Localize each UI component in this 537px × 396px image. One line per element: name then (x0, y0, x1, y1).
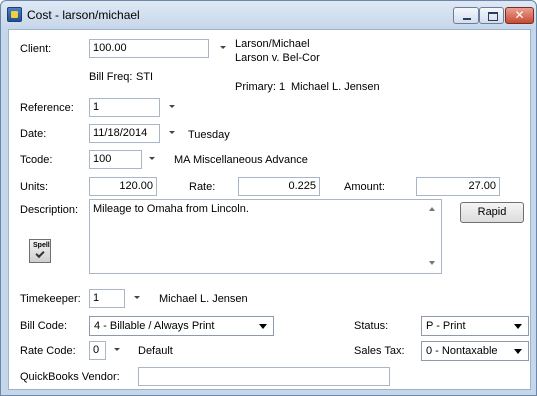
primary-name: Michael L. Jensen (291, 81, 380, 93)
units-label: Units: (20, 181, 49, 193)
tcode-label: Tcode: (20, 154, 53, 166)
quickbooks-vendor-label: QuickBooks Vendor: (20, 371, 120, 383)
chevron-down-icon (514, 349, 522, 354)
app-icon (7, 7, 22, 22)
units-input[interactable]: 120.00 (89, 177, 157, 196)
primary-label: Primary: (235, 81, 276, 93)
tcode-input[interactable]: 100 (89, 150, 142, 169)
rapid-button[interactable]: Rapid (460, 202, 524, 223)
spell-label: Spell (33, 242, 50, 249)
timekeeper-name: Michael L. Jensen (159, 293, 248, 305)
maximize-button[interactable] (479, 7, 504, 24)
date-input[interactable]: 11/18/2014 (89, 124, 160, 143)
description-label: Description: (20, 204, 79, 216)
cost-window: Cost - larson/michael ✕ Client: 100.00 L… (0, 0, 537, 396)
rate-code-dropdown-icon[interactable] (114, 348, 120, 351)
description-textarea[interactable]: Mileage to Omaha from Lincoln. (89, 199, 442, 274)
description-text: Mileage to Omaha from Lincoln. (93, 203, 249, 215)
timekeeper-dropdown-icon[interactable] (134, 296, 140, 299)
client-matter: Larson v. Bel-Cor (235, 52, 320, 64)
client-name: Larson/Michael (235, 38, 310, 50)
primary-number: 1 (279, 81, 286, 93)
rate-label: Rate: (189, 181, 216, 193)
bill-freq-label: Bill Freq: (89, 71, 133, 83)
reference-dropdown-icon[interactable] (169, 105, 175, 108)
tcode-description: MA Miscellaneous Advance (174, 154, 308, 166)
scroll-down-icon[interactable] (429, 261, 435, 265)
tcode-dropdown-icon[interactable] (149, 157, 155, 160)
date-dropdown-icon[interactable] (169, 131, 175, 134)
bill-code-label: Bill Code: (20, 320, 68, 332)
client-dropdown-icon[interactable] (220, 46, 226, 49)
rate-code-name: Default (138, 345, 173, 357)
timekeeper-input[interactable]: 1 (89, 289, 125, 308)
date-weekday: Tuesday (188, 129, 230, 141)
status-value: P - Print (426, 320, 466, 332)
sales-tax-value: 0 - Nontaxable (426, 345, 498, 357)
quickbooks-vendor-input[interactable] (138, 367, 390, 386)
close-icon: ✕ (514, 8, 525, 22)
rate-code-input[interactable]: 0 (89, 341, 106, 360)
chevron-down-icon (514, 324, 522, 329)
date-label: Date: (20, 128, 47, 140)
chevron-down-icon (259, 324, 267, 329)
reference-label: Reference: (20, 102, 74, 114)
scroll-up-icon[interactable] (429, 207, 435, 211)
rate-code-label: Rate Code: (20, 345, 76, 357)
amount-input[interactable]: 27.00 (416, 177, 500, 196)
bill-freq-value: STI (136, 71, 154, 83)
status-label: Status: (354, 320, 389, 332)
bill-code-select[interactable]: 4 - Billable / Always Print (89, 316, 274, 336)
minimize-button[interactable] (453, 7, 479, 24)
client-label: Client: (20, 43, 52, 55)
checkmark-icon (35, 248, 45, 259)
spell-check-button[interactable]: Spell (29, 239, 51, 263)
title-bar[interactable]: Cost - larson/michael ✕ (1, 1, 536, 29)
amount-label: Amount: (344, 181, 385, 193)
cost-form: Client: 100.00 Larson/Michael Larson v. … (8, 29, 531, 390)
timekeeper-label: Timekeeper: (20, 293, 81, 305)
rate-input[interactable]: 0.225 (238, 177, 320, 196)
sales-tax-label: Sales Tax: (354, 345, 405, 357)
sales-tax-select[interactable]: 0 - Nontaxable (421, 341, 529, 361)
close-button[interactable]: ✕ (505, 7, 534, 24)
status-select[interactable]: P - Print (421, 316, 529, 336)
bill-code-value: 4 - Billable / Always Print (94, 320, 215, 332)
client-input[interactable]: 100.00 (89, 39, 209, 58)
window-title: Cost - larson/michael (27, 8, 140, 22)
reference-input[interactable]: 1 (89, 98, 160, 117)
